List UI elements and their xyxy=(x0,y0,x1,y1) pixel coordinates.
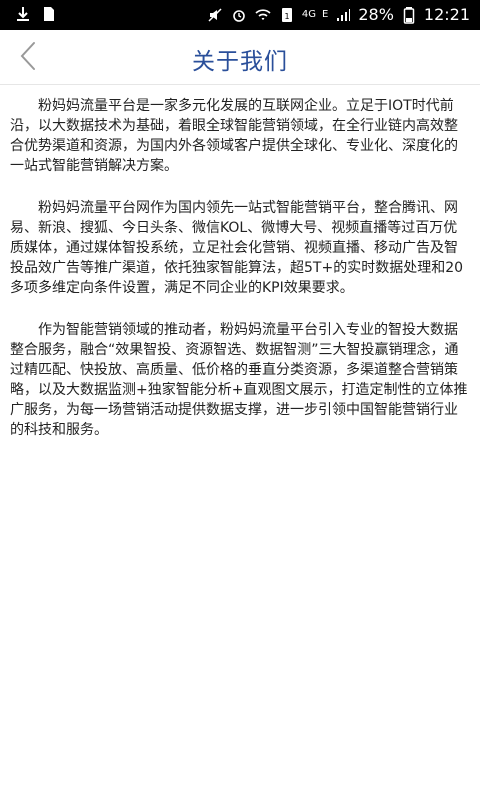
sd-icon xyxy=(40,5,58,23)
battery-icon xyxy=(400,6,418,24)
about-paragraph-3: 作为智能营销领域的推动者，粉妈妈流量平台引入专业的智投大数据整合服务，融合“效果… xyxy=(10,322,468,438)
about-paragraph-2: 粉妈妈流量平台网作为国内领先一站式智能营销平台，整合腾讯、网易、新浪、搜狐、今日… xyxy=(10,200,464,296)
page-title: 关于我们 xyxy=(192,49,288,75)
sim-icon: 1 xyxy=(278,6,296,24)
status-bar-right: 1 4G E 28% 12:21 xyxy=(206,3,470,27)
svg-text:1: 1 xyxy=(284,12,289,21)
alarm-icon xyxy=(230,6,248,24)
download-icon xyxy=(14,5,32,23)
network-small-label: E xyxy=(322,9,329,20)
header-bar: 关于我们 xyxy=(0,30,480,84)
network-type-label: 4G xyxy=(301,9,316,20)
about-content: 粉妈妈流量平台是一家多元化发展的互联网企业。立足于IOT时代前沿，以大数据技术为… xyxy=(10,96,470,462)
wifi-icon xyxy=(254,6,272,24)
status-bar-left xyxy=(14,5,58,23)
signal-icon xyxy=(334,6,352,24)
about-paragraph-1: 粉妈妈流量平台是一家多元化发展的互联网企业。立足于IOT时代前沿，以大数据技术为… xyxy=(10,98,458,174)
header-divider xyxy=(0,84,480,85)
battery-percent: 28% xyxy=(358,5,394,24)
clock: 12:21 xyxy=(423,5,470,24)
mute-icon xyxy=(206,6,224,24)
status-bar: 1 4G E 28% 12:21 xyxy=(0,0,480,30)
